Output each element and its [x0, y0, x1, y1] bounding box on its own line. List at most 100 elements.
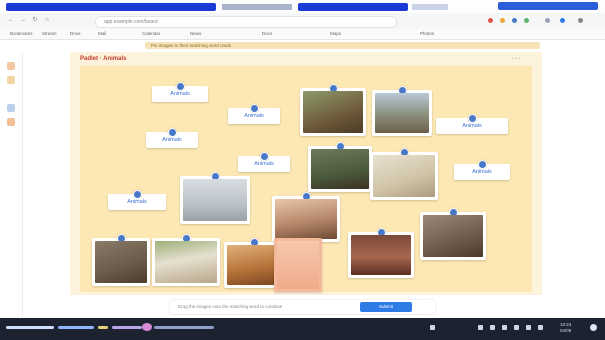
taskbar-media-marker[interactable] — [142, 323, 152, 331]
pin-icon — [468, 114, 477, 123]
menu-icon[interactable] — [578, 18, 583, 23]
window-controls[interactable] — [498, 2, 598, 10]
photo-card[interactable] — [420, 208, 486, 260]
action-bar-text: Drag the images onto the matching word t… — [178, 304, 283, 309]
browser-tab[interactable] — [298, 3, 408, 11]
photo-card[interactable] — [92, 234, 150, 286]
submit-button[interactable]: Submit — [360, 302, 412, 312]
taskbar-app-icon[interactable] — [490, 325, 495, 330]
word-card[interactable]: Animals — [436, 114, 508, 134]
word-card-label: Animals — [462, 123, 482, 129]
word-card[interactable]: Animals — [108, 190, 166, 210]
back-icon[interactable]: ← — [8, 17, 14, 23]
browser-tab-active[interactable] — [6, 3, 216, 11]
reload-icon[interactable]: ↻ — [32, 17, 38, 23]
bookmark-item[interactable]: Calendar — [142, 31, 160, 36]
word-card-label: Animals — [472, 169, 492, 175]
url-text: app.example.com/board — [104, 19, 158, 25]
photo-card[interactable] — [370, 148, 438, 200]
taskbar-media[interactable] — [58, 326, 94, 329]
photo-card[interactable] — [372, 86, 432, 136]
word-card-label: Animals — [162, 137, 182, 143]
home-icon[interactable]: ⌂ — [44, 17, 50, 23]
animal-photo — [351, 235, 411, 275]
pin-icon — [168, 128, 177, 137]
pin-icon — [133, 190, 142, 199]
pin-icon — [260, 152, 269, 161]
wifi-icon[interactable] — [526, 325, 531, 330]
photo-card[interactable] — [272, 192, 340, 242]
animal-photo — [423, 215, 483, 257]
url-input[interactable]: app.example.com/board — [95, 16, 397, 28]
extension-icon[interactable] — [488, 18, 493, 23]
word-card[interactable]: Animals — [228, 104, 280, 124]
word-card-label: Animals — [127, 199, 147, 205]
photo-card[interactable] — [300, 84, 366, 136]
animal-photo — [303, 91, 363, 133]
taskbar-media[interactable] — [154, 326, 214, 329]
bookmark-item[interactable]: Maps — [330, 31, 341, 36]
taskbar-media[interactable] — [98, 326, 108, 329]
photo-card[interactable] — [152, 234, 220, 286]
animal-photo — [311, 149, 369, 189]
bookmark-item[interactable]: Stream — [42, 31, 57, 36]
animal-photo — [95, 241, 147, 283]
notification-icon[interactable] — [590, 324, 597, 331]
clock-date: 04/05 — [560, 328, 572, 333]
action-bar: Drag the images onto the matching word t… — [170, 300, 435, 314]
sidebar-spacer — [7, 90, 15, 98]
taskbar-media[interactable] — [112, 326, 142, 329]
extension-icon[interactable] — [524, 18, 529, 23]
animal-photo — [375, 93, 429, 133]
word-card-label: Animals — [254, 161, 274, 167]
profile-avatar[interactable] — [560, 18, 565, 23]
left-sidebar — [0, 52, 23, 322]
volume-icon[interactable] — [538, 325, 543, 330]
sidebar-board-icon[interactable] — [7, 76, 15, 84]
bookmark-item[interactable]: Drive — [70, 31, 81, 36]
pin-board: Animals Animals Animals Animals Animals … — [80, 66, 532, 292]
taskbar-app-icon[interactable] — [502, 325, 507, 330]
photo-card[interactable] — [308, 142, 372, 192]
animal-photo — [275, 199, 337, 239]
pin-icon — [478, 160, 487, 169]
bookmark-item[interactable]: Docs — [262, 31, 272, 36]
taskbar-app-icon[interactable] — [430, 325, 435, 330]
notice-banner: Pin images to their matching word cards — [145, 42, 540, 49]
word-card[interactable]: Animals — [152, 82, 208, 102]
animal-photo — [227, 245, 281, 285]
browser-tab[interactable] — [412, 4, 448, 10]
notice-text: Pin images to their matching word cards — [151, 43, 232, 48]
word-card[interactable]: Animals — [238, 152, 290, 172]
taskbar-media[interactable] — [6, 326, 54, 329]
forward-icon[interactable]: → — [20, 17, 26, 23]
taskbar-app-icon[interactable] — [478, 325, 483, 330]
photo-card[interactable] — [274, 238, 322, 292]
sidebar-share-icon[interactable] — [7, 104, 15, 112]
bookmark-item[interactable]: Mail — [98, 31, 106, 36]
bookmark-item[interactable]: News — [190, 31, 201, 36]
animal-photo — [277, 241, 319, 289]
animal-photo — [183, 179, 247, 221]
extension-icon[interactable] — [512, 18, 517, 23]
extension-icon[interactable] — [500, 18, 505, 23]
word-card[interactable]: Animals — [454, 160, 510, 180]
pin-icon — [176, 82, 185, 91]
board-title: Padlet · Animals — [80, 56, 127, 62]
board-menu-icon[interactable]: • • • — [512, 56, 520, 62]
taskbar-clock[interactable]: 10:24 04/05 — [560, 322, 571, 334]
taskbar-app-icon[interactable] — [514, 325, 519, 330]
sidebar-home-icon[interactable] — [7, 62, 15, 70]
animal-photo — [155, 241, 217, 283]
extension-icon[interactable] — [545, 18, 550, 23]
bookmark-item[interactable]: Bookmarks — [10, 31, 33, 36]
bookmark-item[interactable]: Photos — [420, 31, 434, 36]
bookmarks-bar: Bookmarks Stream Drive Mail Calendar New… — [0, 29, 605, 40]
photo-card[interactable] — [180, 172, 250, 224]
word-card[interactable]: Animals — [146, 128, 198, 148]
sidebar-settings-icon[interactable] — [7, 118, 15, 126]
pin-icon — [250, 104, 259, 113]
word-card-label: Animals — [170, 91, 190, 97]
browser-tab[interactable] — [222, 4, 292, 10]
photo-card[interactable] — [348, 228, 414, 278]
